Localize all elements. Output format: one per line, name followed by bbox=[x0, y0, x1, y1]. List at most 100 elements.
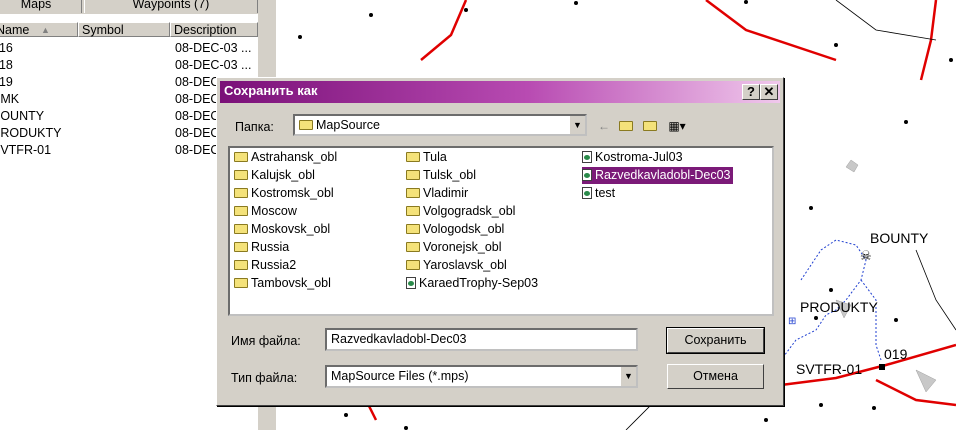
folder-item[interactable]: Vologodsk_obl bbox=[406, 221, 504, 238]
map-label-produkty[interactable]: PRODUKTY bbox=[800, 299, 878, 315]
folder-icon bbox=[234, 242, 248, 252]
map-label-019[interactable]: 019 bbox=[884, 346, 907, 362]
folder-icon bbox=[234, 206, 248, 216]
skull-icon[interactable]: ☠ bbox=[860, 248, 872, 264]
folder-item[interactable]: Tula bbox=[406, 149, 447, 166]
tab-waypoints[interactable]: Waypoints (7) bbox=[84, 0, 258, 13]
folder-item[interactable]: Volgogradsk_obl bbox=[406, 203, 515, 220]
folder-item[interactable]: Kostromsk_obl bbox=[234, 185, 334, 202]
folder-icon bbox=[299, 120, 313, 130]
waypoint-name: 016 bbox=[0, 41, 13, 55]
folder-item[interactable]: Kalujsk_obl bbox=[234, 167, 315, 184]
folder-item[interactable]: Voronejsk_obl bbox=[406, 239, 502, 256]
folder-dropdown[interactable]: MapSource ▼ bbox=[293, 114, 587, 136]
save-button[interactable]: Сохранить bbox=[666, 327, 765, 354]
file-list[interactable]: Astrahansk_obl Kalujsk_obl Kostromsk_obl Mo… bbox=[228, 146, 774, 316]
sort-ascending-icon: ▲ bbox=[41, 25, 50, 35]
close-button[interactable]: ✕ bbox=[760, 84, 778, 100]
back-arrow-icon[interactable]: ← bbox=[595, 118, 613, 134]
dialog-title: Сохранить как bbox=[224, 83, 318, 98]
folder-name: Voronejsk_obl bbox=[423, 240, 502, 254]
file-item[interactable]: Kostroma-Jul03 bbox=[582, 149, 683, 166]
folder-name: Russia2 bbox=[251, 258, 297, 272]
folder-icon bbox=[234, 152, 248, 162]
folder-icon bbox=[234, 170, 248, 180]
filename-input-value: Razvedkavladobl-Dec03 bbox=[331, 332, 467, 346]
map-file-icon bbox=[406, 277, 416, 289]
folder-name: Vladimir bbox=[423, 186, 469, 200]
up-folder-icon[interactable] bbox=[617, 118, 635, 134]
column-header-symbol[interactable]: Symbol bbox=[78, 22, 170, 37]
map-file-icon bbox=[582, 169, 592, 181]
folder-icon bbox=[406, 224, 420, 234]
map-file-icon bbox=[582, 187, 592, 199]
folder-item[interactable]: Tulsk_obl bbox=[406, 167, 476, 184]
filetype-dropdown-value: MapSource Files (*.mps) bbox=[331, 369, 469, 383]
folder-item[interactable]: Moscow bbox=[234, 203, 297, 220]
waypoint-name: PRODUKTY bbox=[0, 126, 62, 140]
folder-icon bbox=[406, 206, 420, 216]
filetype-label: Тип файла: bbox=[231, 371, 298, 385]
new-folder-icon[interactable] bbox=[641, 118, 659, 134]
map-file-icon bbox=[582, 151, 592, 163]
folder-icon bbox=[406, 152, 420, 162]
folder-item[interactable]: Russia bbox=[234, 239, 289, 256]
save-as-dialog: Сохранить как ? ✕ Папка: MapSource ▼ ← ▦… bbox=[216, 77, 784, 406]
view-menu-icon[interactable]: ▦▾ bbox=[663, 118, 691, 134]
file-name: KaraedTrophy-Sep03 bbox=[419, 276, 539, 290]
file-item[interactable]: test bbox=[582, 185, 615, 202]
column-header-description[interactable]: Description bbox=[170, 22, 258, 37]
folder-name: Kostromsk_obl bbox=[251, 186, 334, 200]
file-item[interactable]: KaraedTrophy-Sep03 bbox=[406, 275, 538, 292]
folder-item[interactable]: Yaroslavsk_obl bbox=[406, 257, 507, 274]
folder-item[interactable]: Moskovsk_obl bbox=[234, 221, 330, 238]
road-line bbox=[915, 249, 956, 331]
folder-item[interactable]: Russia2 bbox=[234, 257, 296, 274]
column-name-label: Name bbox=[0, 23, 30, 37]
file-item[interactable]: Razvedkavladobl-Dec03 bbox=[582, 167, 733, 184]
folder-item[interactable]: Tambovsk_obl bbox=[234, 275, 331, 292]
road-line bbox=[420, 0, 468, 61]
folder-icon bbox=[234, 188, 248, 198]
waypoints-header: Name ▲ Symbol Description bbox=[0, 22, 258, 39]
folder-name: Vologodsk_obl bbox=[423, 222, 505, 236]
file-name: Kostroma-Jul03 bbox=[595, 150, 683, 164]
folder-label: Папка: bbox=[235, 120, 274, 134]
waypoint-row[interactable]: 016■Waypoint08-DEC-03 ... bbox=[0, 40, 258, 57]
folder-name: Yaroslavsk_obl bbox=[423, 258, 507, 272]
chevron-down-icon[interactable]: ▼ bbox=[620, 367, 636, 386]
terrain-patch bbox=[915, 369, 937, 393]
filename-label: Имя файла: bbox=[231, 334, 301, 348]
folder-name: Tula bbox=[423, 150, 447, 164]
map-label-bounty[interactable]: BOUNTY bbox=[870, 230, 928, 246]
column-header-name[interactable]: Name ▲ bbox=[0, 22, 78, 37]
tab-maps[interactable]: Maps bbox=[0, 0, 82, 13]
folder-name: Tambovsk_obl bbox=[251, 276, 331, 290]
filename-input[interactable]: Razvedkavladobl-Dec03 bbox=[325, 328, 638, 351]
filetype-dropdown[interactable]: MapSource Files (*.mps) ▼ bbox=[325, 365, 638, 388]
map-label-svtfr[interactable]: SVTFR-01 bbox=[796, 361, 862, 377]
road-line bbox=[875, 378, 956, 407]
dialog-titlebar[interactable]: Сохранить как ? ✕ bbox=[220, 81, 780, 103]
file-name: Razvedkavladobl-Dec03 bbox=[595, 168, 731, 182]
waypoint-name: 019 bbox=[0, 75, 13, 89]
panel-tabs: Maps Waypoints (7) bbox=[0, 0, 258, 14]
waypoint-name: SVTFR-01 bbox=[0, 143, 52, 157]
waypoint-row[interactable]: 018■Waypoint08-DEC-03 ... bbox=[0, 57, 258, 74]
waypoint-name: BOUNTY bbox=[0, 109, 45, 123]
cancel-button[interactable]: Отмена bbox=[667, 364, 764, 389]
folder-icon bbox=[406, 170, 420, 180]
folder-icon bbox=[234, 224, 248, 234]
shopping-cart-icon[interactable]: ⊞ bbox=[788, 316, 796, 327]
chevron-down-icon[interactable]: ▼ bbox=[569, 116, 585, 134]
folder-name: Moscow bbox=[251, 204, 297, 218]
terrain-patch bbox=[845, 159, 859, 173]
road-line bbox=[835, 0, 937, 41]
waypoint-icon[interactable] bbox=[879, 364, 885, 370]
waypoint-name: 018 bbox=[0, 58, 13, 72]
folder-icon bbox=[406, 242, 420, 252]
folder-item[interactable]: Vladimir bbox=[406, 185, 468, 202]
folder-item[interactable]: Astrahansk_obl bbox=[234, 149, 337, 166]
help-button[interactable]: ? bbox=[742, 84, 760, 100]
waypoint-description: 08-DEC-03 ... bbox=[175, 58, 252, 72]
